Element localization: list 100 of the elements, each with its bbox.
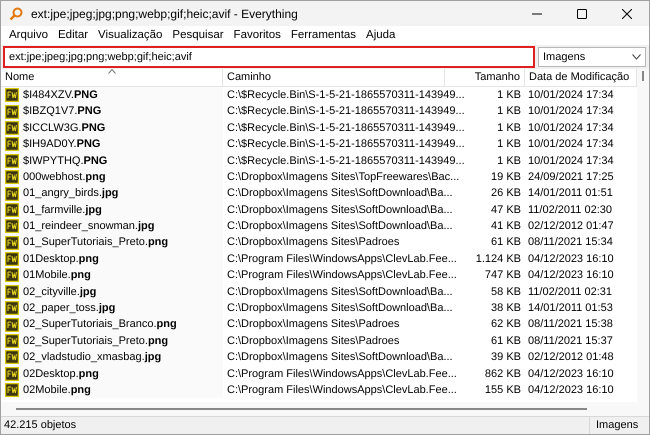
window-title: ext:jpe;jpeg;jpg;png;webp;gif;heic;avif - Everything [31, 6, 298, 22]
file-type-icon [5, 334, 19, 348]
file-path: C:\Dropbox\Imagens Sites\SoftDownload\Ba... [227, 302, 453, 314]
file-type-icon [5, 120, 19, 135]
file-type-icon [5, 301, 19, 316]
file-type-icon [5, 268, 19, 282]
file-size: 862 KB [484, 368, 521, 380]
modified-date: 02/12/2012 01:47 [528, 220, 614, 232]
menu-item[interactable]: Favoritos [228, 26, 286, 44]
file-size: 39 KB [491, 351, 521, 364]
file-name: $I484XZV.PNG [23, 88, 98, 103]
file-type-icon [5, 137, 19, 152]
file-type-icon [5, 350, 19, 364]
modified-date: 10/01/2024 17:34 [528, 122, 614, 134]
file-type-icon [5, 170, 19, 184]
menu-item[interactable]: Arquivo [4, 26, 53, 44]
menu-item[interactable]: Pesquisar [167, 26, 229, 44]
horizontal-scrollbar[interactable] [1, 402, 637, 416]
modified-date: 10/01/2024 17:34 [528, 154, 614, 167]
file-name: 01_reindeer_snowman.jpg [23, 219, 154, 234]
sort-caret-icon [108, 69, 116, 74]
menu-item[interactable]: Visualização [93, 26, 168, 44]
file-type-icon [5, 383, 19, 398]
file-name: 01_SuperTutoriais_Preto.png [23, 235, 168, 250]
file-size: 1 KB [497, 154, 521, 167]
filter-dropdown[interactable]: Imagens [538, 47, 646, 67]
file-path: C:\$Recycle.Bin\S-1-5-21-1865570311-143949... [227, 88, 465, 101]
file-name: 01_angry_birds.jpg [23, 186, 118, 202]
file-path: C:\Program Files\WindowsApps\ClevLab.Fee... [227, 384, 457, 396]
file-name: 01_farmville.jpg [23, 202, 102, 218]
file-name: 02_cityville.jpg [23, 284, 96, 300]
file-size: 58 KB [491, 286, 521, 298]
file-path: C:\Dropbox\Imagens Sites\SoftDownload\Ba... [227, 351, 453, 364]
file-path: C:\Dropbox\Imagens Sites\SoftDownload\Ba... [227, 220, 453, 232]
vertical-scrollbar[interactable] [637, 69, 649, 416]
modified-date: 11/02/2011 02:31 [528, 286, 612, 298]
modified-date: 04/12/2023 16:10 [528, 368, 614, 380]
modified-date: 24/09/2021 17:25 [528, 170, 614, 183]
file-path: C:\Dropbox\Imagens Sites\Padroes [227, 334, 400, 347]
modified-date: 14/01/2011 01:51 [528, 187, 613, 200]
file-name: 02Mobile.png [23, 382, 91, 398]
modified-date: 08/11/2021 15:34 [528, 236, 613, 248]
menu-item[interactable]: Ferramentas [286, 26, 362, 44]
file-type-icon [5, 202, 19, 217]
file-path: C:\Dropbox\Imagens Sites\SoftDownload\Ba... [227, 187, 453, 200]
file-size: 41 KB [491, 220, 521, 232]
file-size: 61 KB [491, 334, 521, 347]
column-header[interactable]: Caminho [223, 69, 445, 86]
modified-date: 11/02/2011 02:30 [528, 204, 612, 216]
modified-date: 04/12/2023 16:10 [528, 252, 614, 265]
file-path: C:\$Recycle.Bin\S-1-5-21-1865570311-143949... [227, 105, 465, 118]
file-size: 747 KB [484, 269, 521, 282]
file-name: 02Desktop.png [23, 366, 99, 382]
chevron-down-icon [632, 54, 641, 60]
column-header[interactable]: Nome [1, 69, 223, 86]
file-type-icon [5, 104, 19, 119]
file-type-icon [5, 366, 19, 381]
file-path: C:\Program Files\WindowsApps\ClevLab.Fee... [227, 269, 457, 282]
file-path: C:\Program Files\WindowsApps\ClevLab.Fee... [227, 252, 457, 265]
file-path: C:\Dropbox\Imagens Sites\TopFreewares\Bac... [227, 170, 460, 183]
file-path: C:\$Recycle.Bin\S-1-5-21-1865570311-143949... [227, 154, 465, 167]
file-name: $IH9AD0Y.PNG [23, 137, 100, 152]
magnifier-icon [9, 6, 23, 20]
file-size: 155 KB [484, 384, 521, 396]
file-type-icon [5, 252, 19, 266]
file-name: 02_SuperTutoriais_Preto.png [23, 334, 168, 349]
file-name: 01Mobile.png [23, 268, 91, 284]
file-size: 19 KB [491, 170, 521, 183]
menu-item[interactable]: Ajuda [361, 26, 400, 44]
modified-date: 08/11/2021 15:38 [528, 318, 613, 330]
modified-date: 04/12/2023 16:10 [528, 269, 614, 282]
file-type-icon [5, 236, 19, 250]
modified-date: 10/01/2024 17:34 [528, 138, 614, 150]
status-filter: Imagens [589, 417, 649, 434]
file-size: 62 KB [491, 318, 521, 330]
close-icon [622, 8, 632, 18]
file-size: 1 KB [497, 122, 521, 134]
file-name: 02_vladstudio_xmasbag.jpg [23, 350, 162, 366]
file-path: C:\Dropbox\Imagens Sites\Padroes [227, 236, 400, 248]
modified-date: 10/01/2024 17:34 [528, 88, 614, 101]
search-field[interactable]: ext:jpe;jpeg;jpg;png;webp;gif;heic;avif [4, 47, 534, 67]
file-type-icon [5, 284, 19, 299]
modified-date: 02/12/2012 01:48 [528, 351, 614, 364]
file-size: 61 KB [491, 236, 521, 248]
file-path: C:\Program Files\WindowsApps\ClevLab.Fee... [227, 368, 457, 380]
file-type-icon [5, 186, 19, 201]
menu-item[interactable]: Editar [53, 26, 94, 44]
maximize-icon [576, 8, 586, 18]
modified-date: 04/12/2023 16:10 [528, 384, 614, 396]
file-size: 38 KB [491, 302, 521, 314]
modified-date: 10/01/2024 17:34 [528, 105, 614, 118]
file-path: C:\$Recycle.Bin\S-1-5-21-1865570311-143949... [227, 122, 465, 134]
file-name: 000webhost.png [23, 170, 106, 185]
file-path: C:\Dropbox\Imagens Sites\Padroes [227, 318, 400, 330]
file-size: 47 KB [491, 204, 521, 216]
column-header[interactable]: Tamanho [445, 69, 525, 86]
modified-date: 08/11/2021 15:37 [528, 334, 613, 347]
modified-date: 14/01/2011 01:53 [528, 302, 613, 314]
file-name: $ICCLW3G.PNG [23, 120, 106, 136]
file-type-icon [5, 88, 19, 102]
